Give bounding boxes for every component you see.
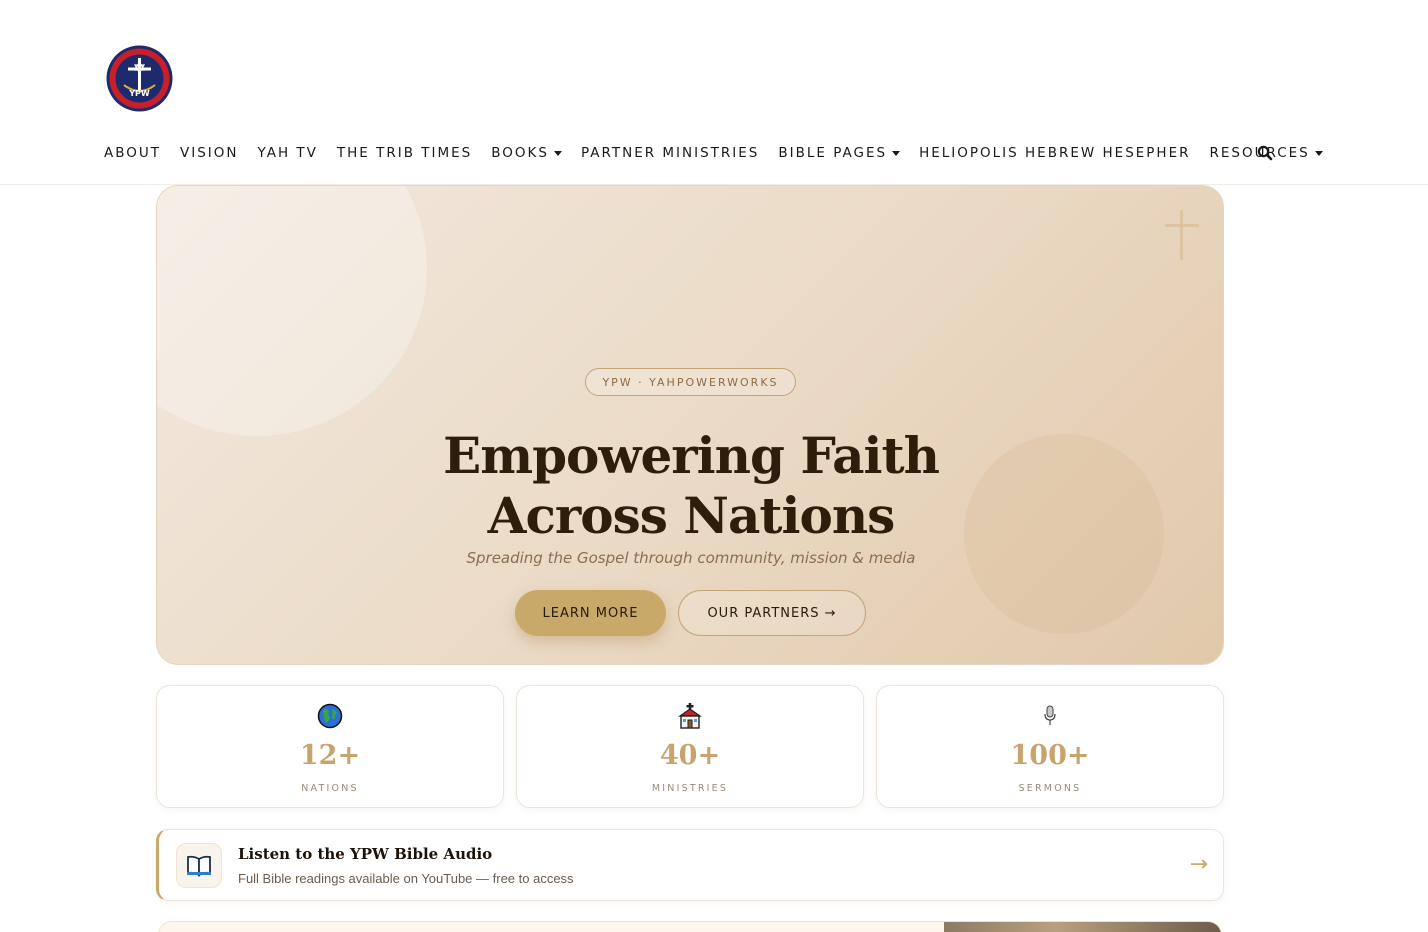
stat-card-sermons: 100+ SERMONS [876, 685, 1224, 808]
hero-title: Empowering Faith Across Nations [157, 426, 1223, 546]
stat-card-ministries: 40+ MINISTRIES [516, 685, 864, 808]
caret-down-icon [892, 150, 901, 156]
hero-subtitle: Spreading the Gospel through community, … [466, 549, 916, 567]
caret-down-icon [1314, 150, 1323, 156]
hero-badge: YPW · YAHPOWERWORKS [585, 368, 796, 396]
nav-label: VISION [180, 145, 239, 161]
our-partners-button[interactable]: OUR PARTNERS → [678, 590, 866, 636]
stat-value: 12+ [299, 740, 361, 771]
caret-down-icon [553, 150, 562, 156]
nav-item-books[interactable]: BOOKS [491, 145, 562, 161]
hero-title-line: Across Nations [487, 486, 896, 545]
site-logo[interactable]: YPW [106, 45, 173, 112]
nav-item-bible-pages[interactable]: BIBLE PAGES [778, 145, 901, 161]
nav-label: HELIOPOLIS HEBREW HESEPHER [919, 145, 1191, 161]
featured-card [158, 921, 1222, 932]
search-icon[interactable] [1257, 145, 1273, 161]
church-icon [517, 702, 863, 730]
stat-value: 40+ [659, 740, 721, 771]
nav-label: YAH TV [257, 145, 318, 161]
stat-card-nations: 12+ NATIONS [156, 685, 504, 808]
stat-label: MINISTRIES [651, 783, 729, 794]
audio-card-title: Listen to the YPW Bible Audio [238, 845, 493, 863]
nav-label: BOOKS [491, 145, 549, 161]
microphone-icon [877, 702, 1223, 730]
nav-item-partner-ministries[interactable]: PARTNER MINISTRIES [581, 145, 759, 161]
globe-icon [157, 702, 503, 730]
learn-more-button[interactable]: LEARN MORE [515, 590, 666, 636]
stat-label: SERMONS [1018, 783, 1082, 794]
arrow-right-icon[interactable]: → [1190, 852, 1208, 877]
audio-card-description: Full Bible readings available on YouTube… [238, 871, 574, 886]
featured-image [944, 922, 1221, 932]
site-header: YPW ABOUT VISION YAH TV THE TRIB TIMES B… [0, 0, 1428, 185]
stat-value: 100+ [1010, 740, 1090, 771]
stat-label: NATIONS [301, 783, 359, 794]
nav-item-about[interactable]: ABOUT [104, 145, 161, 161]
hero-banner: YPW · YAHPOWERWORKS Empowering Faith Acr… [156, 185, 1224, 665]
nav-item-trib-times[interactable]: THE TRIB TIMES [337, 145, 472, 161]
decorative-circle [157, 186, 427, 436]
nav-label: PARTNER MINISTRIES [580, 145, 760, 161]
nav-label: BIBLE PAGES [778, 145, 888, 161]
nav-item-heliopolis[interactable]: HELIOPOLIS HEBREW HESEPHER [919, 145, 1190, 161]
nav-label: THE TRIB TIMES [336, 145, 473, 161]
nav-item-vision[interactable]: VISION [180, 145, 239, 161]
bible-audio-card[interactable]: Listen to the YPW Bible Audio Full Bible… [156, 829, 1224, 901]
open-book-icon [176, 843, 222, 888]
cross-icon [1165, 210, 1199, 260]
nav-item-yah-tv[interactable]: YAH TV [258, 145, 318, 161]
nav-label: ABOUT [104, 145, 162, 161]
main-nav: ABOUT VISION YAH TV THE TRIB TIMES BOOKS… [104, 143, 1342, 163]
hero-title-line: Empowering Faith [443, 426, 940, 485]
svg-text:YPW: YPW [128, 89, 150, 98]
